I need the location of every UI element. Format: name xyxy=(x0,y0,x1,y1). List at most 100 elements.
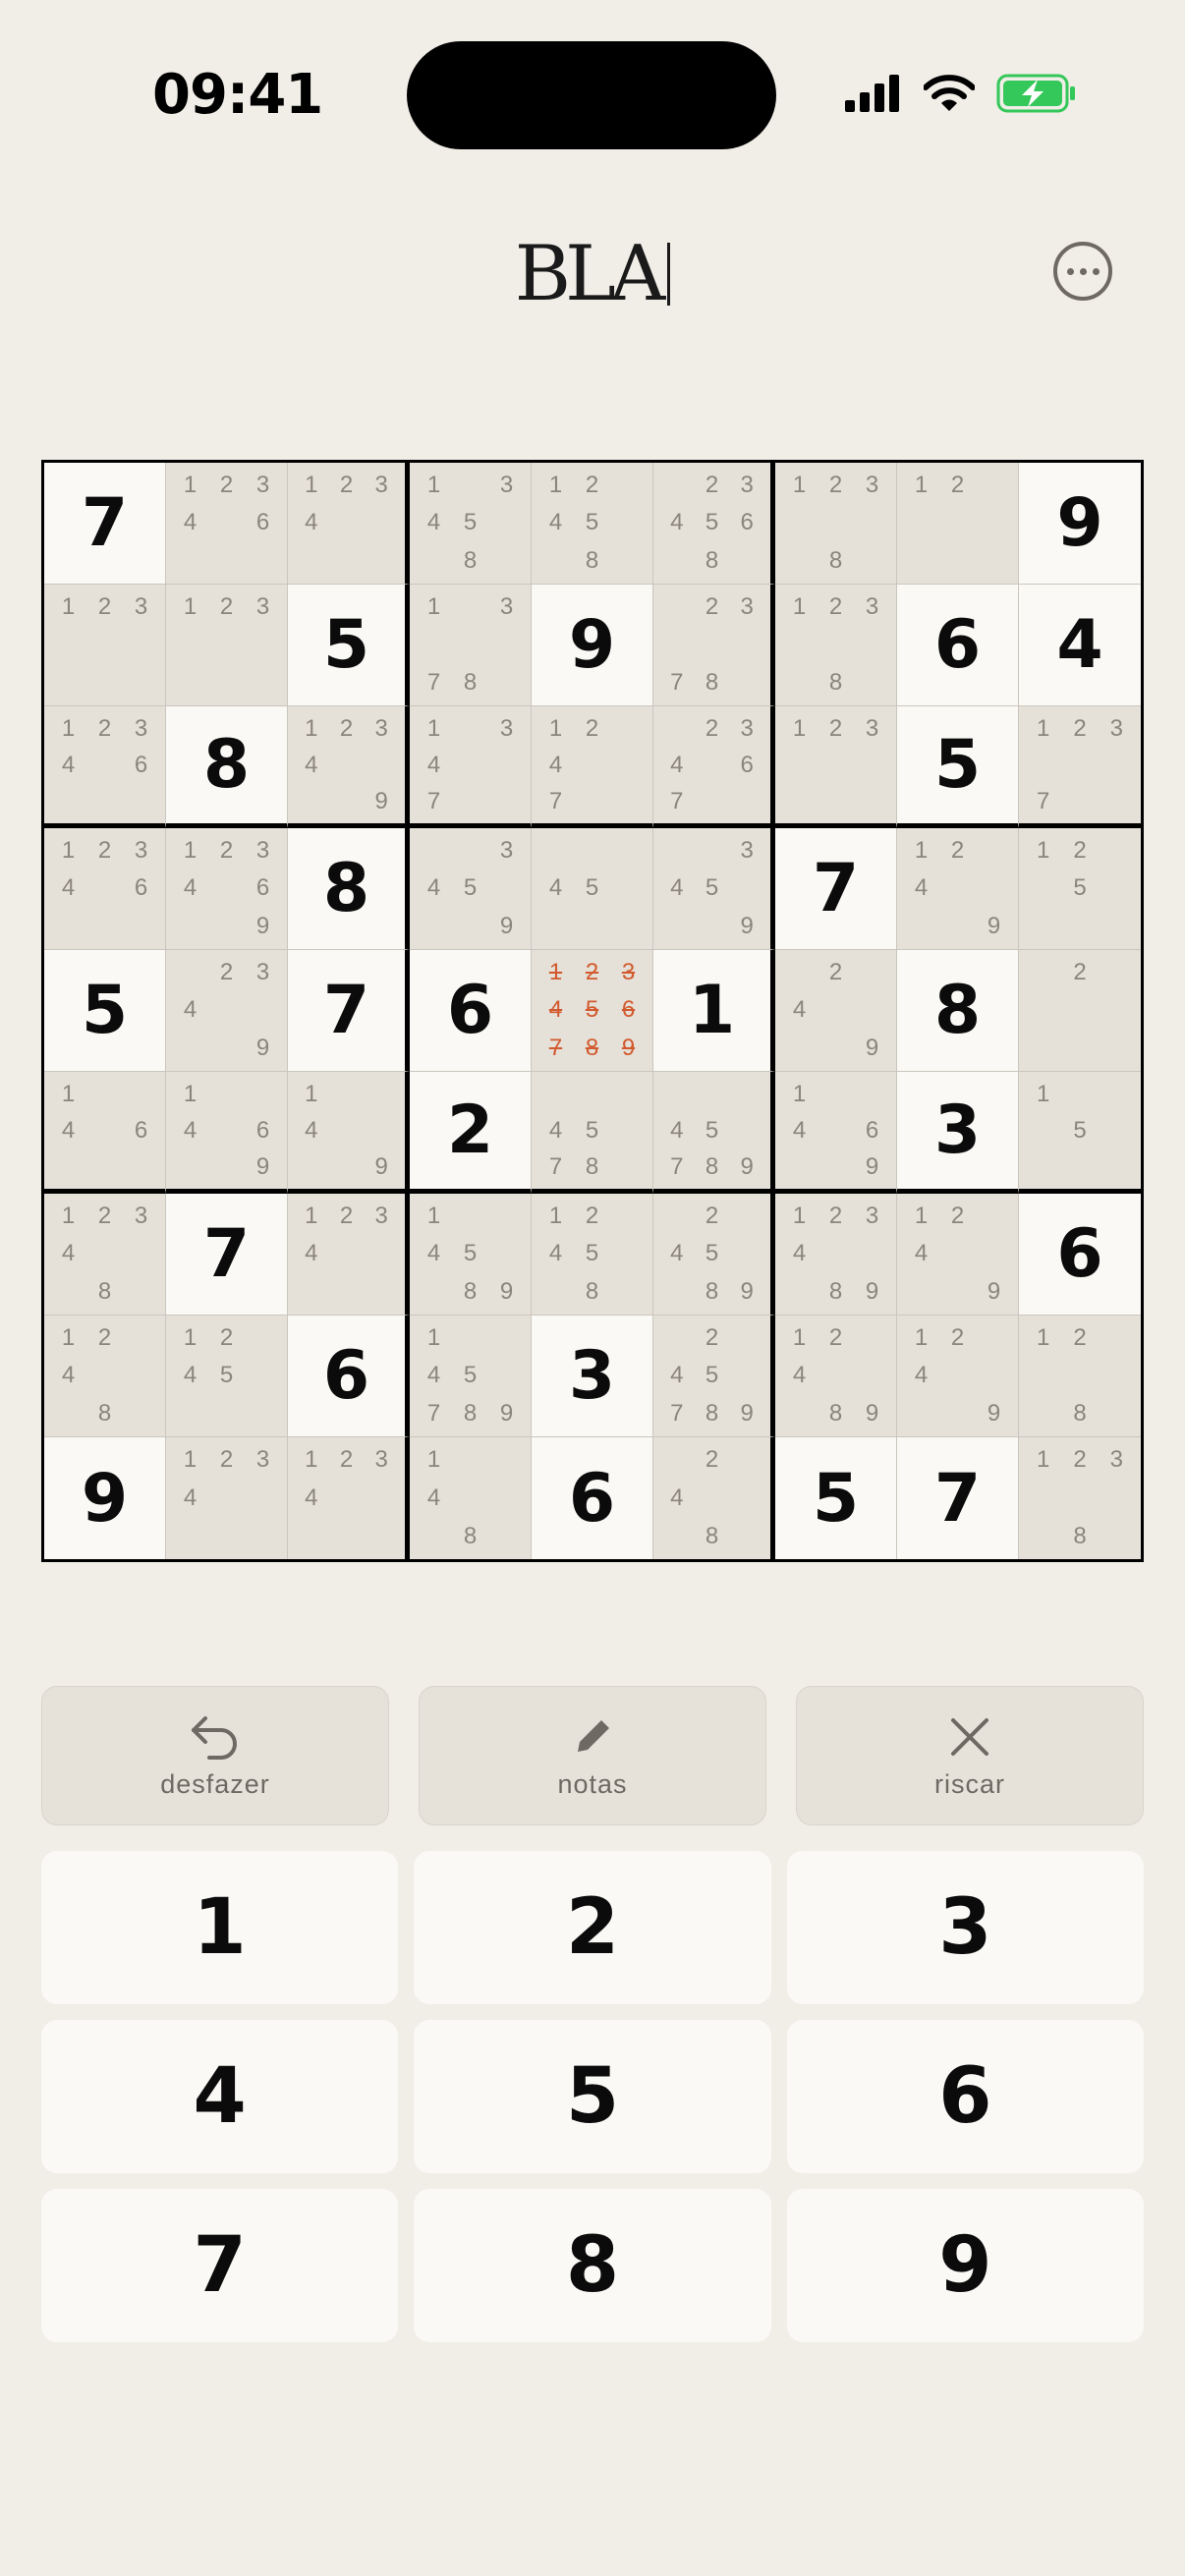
cell-r4-c6[interactable]: 3 459 xyxy=(653,828,775,950)
cell-r1-c7[interactable]: 123 8 xyxy=(775,463,897,585)
more-options-button[interactable] xyxy=(1053,242,1112,301)
cell-r3-c4[interactable]: 1 3 4 7 xyxy=(410,706,532,828)
cell-r9-c3[interactable]: 123 4 xyxy=(288,1437,410,1559)
cell-r2-c4[interactable]: 1 3 78 xyxy=(410,585,532,706)
key-7[interactable]: 7 xyxy=(41,2189,399,2342)
cell-r8-c7[interactable]: 12489 xyxy=(775,1316,897,1437)
candidate-empty xyxy=(208,542,245,580)
key-9[interactable]: 9 xyxy=(786,2189,1144,2342)
cell-r9-c4[interactable]: 1 48 xyxy=(410,1437,532,1559)
cell-r6-c4[interactable]: 2 xyxy=(410,1072,532,1194)
cell-r3-c2[interactable]: 8 xyxy=(166,706,288,828)
cell-r8-c6[interactable]: 245789 xyxy=(653,1316,775,1437)
cell-r7-c4[interactable]: 1 45 89 xyxy=(410,1194,532,1316)
cell-r7-c3[interactable]: 123 4 xyxy=(288,1194,410,1316)
cell-r1-c8[interactable]: 12 xyxy=(897,463,1019,585)
candidate-empty xyxy=(976,504,1012,541)
cell-r9-c2[interactable]: 123 4 xyxy=(166,1437,288,1559)
cell-r4-c9[interactable]: 12 5 xyxy=(1019,828,1141,950)
cell-r3-c8[interactable]: 5 xyxy=(897,706,1019,828)
key-3[interactable]: 3 xyxy=(786,1851,1144,2004)
cell-r4-c3[interactable]: 8 xyxy=(288,828,410,950)
cell-r5-c6[interactable]: 1 xyxy=(653,950,775,1072)
cell-r7-c7[interactable]: 123 489 xyxy=(775,1194,897,1316)
cell-r2-c8[interactable]: 6 xyxy=(897,585,1019,706)
cell-r1-c9[interactable]: 9 xyxy=(1019,463,1141,585)
cell-r2-c3[interactable]: 5 xyxy=(288,585,410,706)
cell-r6-c3[interactable]: 1 4 9 xyxy=(288,1072,410,1194)
candidate-empty xyxy=(537,1076,574,1112)
cell-r1-c6[interactable]: 23 4568 xyxy=(653,463,775,585)
cell-r9-c6[interactable]: 248 xyxy=(653,1437,775,1559)
cell-r9-c5[interactable]: 6 xyxy=(532,1437,653,1559)
candidate-notes: 1 4 6 9 xyxy=(781,1076,890,1185)
cell-r5-c7[interactable]: 24 9 xyxy=(775,950,897,1072)
cell-r9-c7[interactable]: 5 xyxy=(775,1437,897,1559)
cell-r8-c1[interactable]: 1248 xyxy=(44,1316,166,1437)
cell-r7-c6[interactable]: 245 89 xyxy=(653,1194,775,1316)
cell-r8-c5[interactable]: 3 xyxy=(532,1316,653,1437)
cell-r7-c2[interactable]: 7 xyxy=(166,1194,288,1316)
cell-r2-c7[interactable]: 123 8 xyxy=(775,585,897,706)
cell-r4-c8[interactable]: 124 9 xyxy=(897,828,1019,950)
cell-r8-c3[interactable]: 6 xyxy=(288,1316,410,1437)
cell-r8-c4[interactable]: 1 45789 xyxy=(410,1316,532,1437)
cell-r5-c4[interactable]: 6 xyxy=(410,950,532,1072)
cell-r9-c8[interactable]: 7 xyxy=(897,1437,1019,1559)
cell-r7-c5[interactable]: 1245 8 xyxy=(532,1194,653,1316)
cell-r9-c1[interactable]: 9 xyxy=(44,1437,166,1559)
cell-r8-c2[interactable]: 1245 xyxy=(166,1316,288,1437)
cell-r3-c7[interactable]: 123 xyxy=(775,706,897,828)
cell-r6-c9[interactable]: 15 xyxy=(1019,1072,1141,1194)
key-8[interactable]: 8 xyxy=(414,2189,771,2342)
key-6[interactable]: 6 xyxy=(786,2020,1144,2173)
cell-r4-c7[interactable]: 7 xyxy=(775,828,897,950)
cell-r1-c3[interactable]: 123 4 xyxy=(288,463,410,585)
cell-r6-c1[interactable]: 1 4 6 xyxy=(44,1072,166,1194)
cell-r4-c2[interactable]: 123 4 6 9 xyxy=(166,828,288,950)
cell-r5-c8[interactable]: 8 xyxy=(897,950,1019,1072)
cell-r3-c5[interactable]: 124 7 xyxy=(532,706,653,828)
cell-r5-c2[interactable]: 23 4 9 xyxy=(166,950,288,1072)
cell-r6-c7[interactable]: 1 4 6 9 xyxy=(775,1072,897,1194)
cell-r6-c8[interactable]: 3 xyxy=(897,1072,1019,1194)
cell-r3-c1[interactable]: 123 4 6 xyxy=(44,706,166,828)
candidate-notes: 123 8 xyxy=(1025,1441,1135,1555)
cell-r5-c1[interactable]: 5 xyxy=(44,950,166,1072)
cell-r7-c8[interactable]: 124 9 xyxy=(897,1194,1019,1316)
key-1[interactable]: 1 xyxy=(41,1851,399,2004)
cell-r7-c1[interactable]: 123 48 xyxy=(44,1194,166,1316)
cell-r1-c1[interactable]: 7 xyxy=(44,463,166,585)
cell-r9-c9[interactable]: 123 8 xyxy=(1019,1437,1141,1559)
cell-r2-c1[interactable]: 123 xyxy=(44,585,166,706)
cell-r6-c5[interactable]: 4578 xyxy=(532,1072,653,1194)
strike-button[interactable]: riscar xyxy=(796,1686,1144,1825)
cell-r1-c2[interactable]: 123 4 6 xyxy=(166,463,288,585)
cell-r7-c9[interactable]: 6 xyxy=(1019,1194,1141,1316)
key-4[interactable]: 4 xyxy=(41,2020,399,2173)
cell-r2-c9[interactable]: 4 xyxy=(1019,585,1141,706)
undo-button[interactable]: desfazer xyxy=(41,1686,389,1825)
notes-button[interactable]: notas xyxy=(419,1686,766,1825)
cell-r2-c6[interactable]: 23 78 xyxy=(653,585,775,706)
cell-r4-c5[interactable]: 45 xyxy=(532,828,653,950)
cell-r5-c9[interactable]: 2 xyxy=(1019,950,1141,1072)
cell-r2-c5[interactable]: 9 xyxy=(532,585,653,706)
cell-r5-c5[interactable]: 123 456 789 xyxy=(532,950,653,1072)
key-5[interactable]: 5 xyxy=(414,2020,771,2173)
cell-r3-c3[interactable]: 123 4 9 xyxy=(288,706,410,828)
candidate-empty xyxy=(329,1112,365,1148)
cell-r3-c9[interactable]: 123 7 xyxy=(1019,706,1141,828)
key-2[interactable]: 2 xyxy=(414,1851,771,2004)
cell-r8-c8[interactable]: 124 9 xyxy=(897,1316,1019,1437)
cell-r3-c6[interactable]: 23 4 6 7 xyxy=(653,706,775,828)
cell-r6-c2[interactable]: 1 4 6 9 xyxy=(166,1072,288,1194)
cell-r4-c4[interactable]: 3 459 xyxy=(410,828,532,950)
cell-r6-c6[interactable]: 45789 xyxy=(653,1072,775,1194)
cell-r1-c5[interactable]: 1245 8 xyxy=(532,463,653,585)
cell-r5-c3[interactable]: 7 xyxy=(288,950,410,1072)
cell-r8-c9[interactable]: 12 8 xyxy=(1019,1316,1141,1437)
cell-r2-c2[interactable]: 123 xyxy=(166,585,288,706)
cell-r4-c1[interactable]: 123 4 6 xyxy=(44,828,166,950)
cell-r1-c4[interactable]: 1 3 45 8 xyxy=(410,463,532,585)
